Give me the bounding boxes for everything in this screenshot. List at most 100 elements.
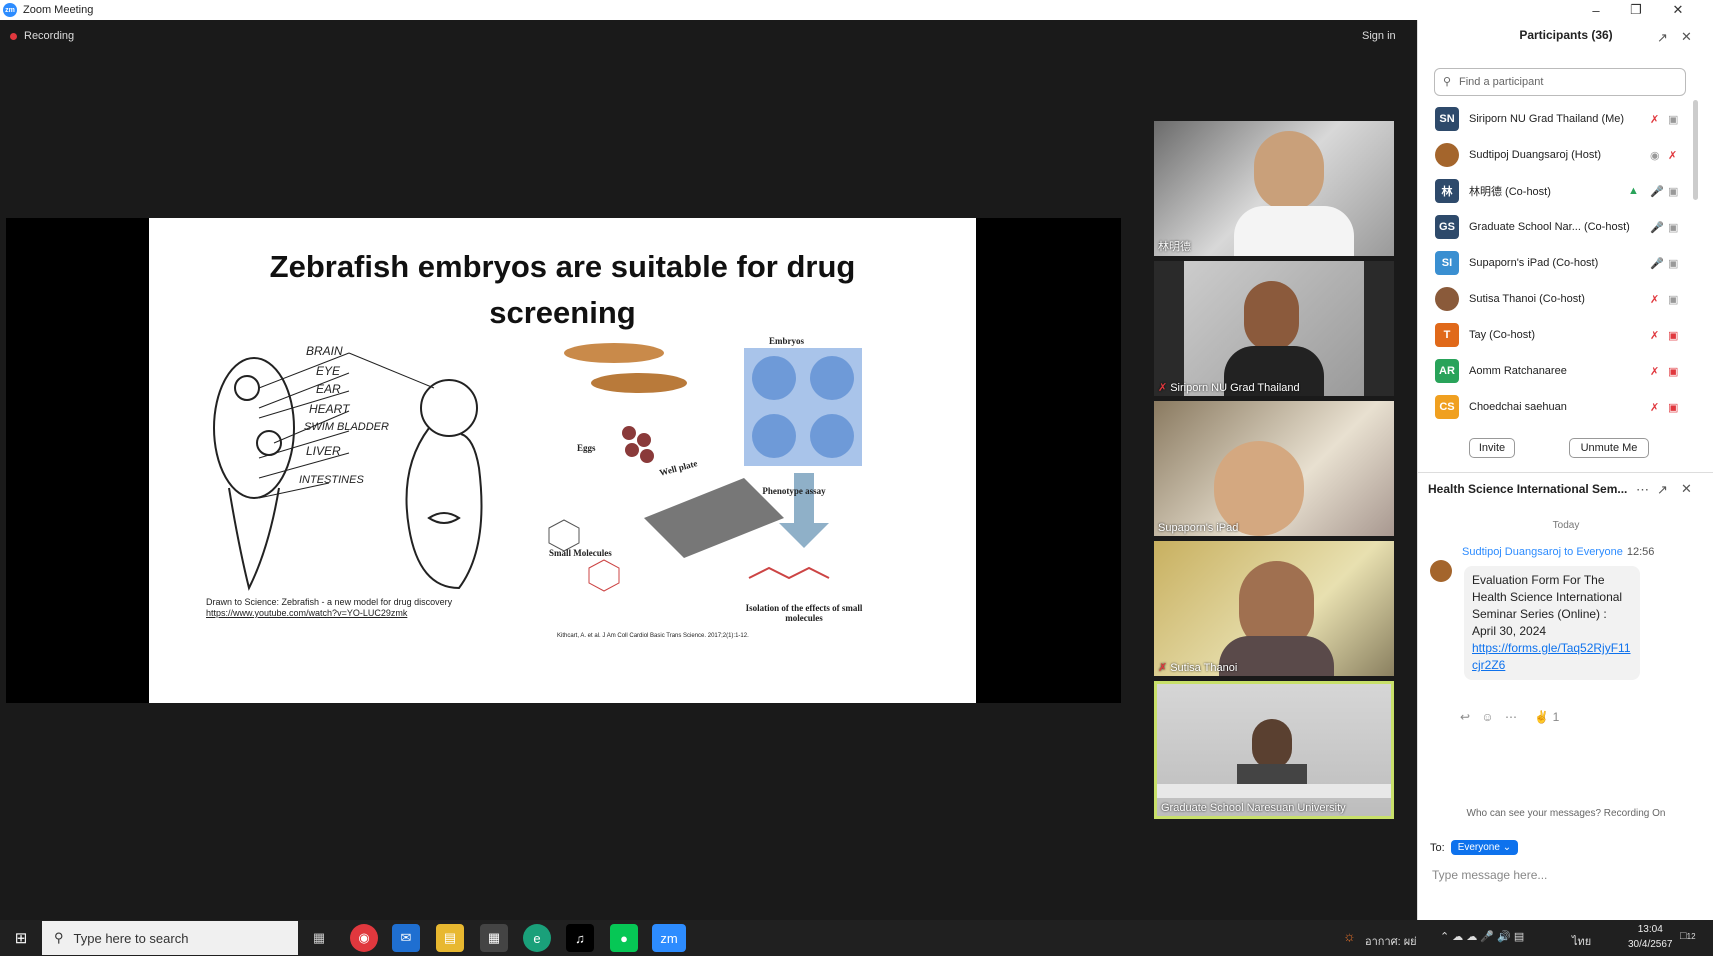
recipient-dropdown[interactable]: Everyone ⌄ bbox=[1450, 840, 1519, 855]
line-icon[interactable]: ● bbox=[610, 924, 638, 952]
mic-muted-icon[interactable]: ✗ bbox=[1650, 293, 1659, 306]
video-icon[interactable]: ▣ bbox=[1668, 293, 1678, 306]
label-phenotype-assay: Phenotype assay bbox=[762, 486, 826, 496]
recording-indicator[interactable]: Recording bbox=[10, 30, 74, 42]
label-ear: EAR bbox=[316, 382, 341, 396]
citation: Kithcart, A. et al. J Am Coll Cardiol Ba… bbox=[557, 633, 749, 639]
video-icon[interactable]: ▣ bbox=[1668, 221, 1678, 234]
task-view-icon[interactable]: ▦ bbox=[305, 924, 333, 952]
mic-icon[interactable]: 🎤 bbox=[1650, 185, 1664, 198]
participant-row[interactable]: AR Aomm Ratchanaree ✗ ▣ bbox=[1418, 353, 1698, 389]
video-tile-active-speaker[interactable]: Graduate School Naresuan University bbox=[1154, 681, 1394, 819]
divider bbox=[1418, 472, 1713, 473]
popout-chat-icon[interactable]: ↗ bbox=[1657, 482, 1668, 498]
invite-button[interactable]: Invite bbox=[1469, 438, 1515, 458]
participant-name: Supaporn's iPad (Co-host) bbox=[1469, 257, 1599, 269]
participant-name: Sudtipoj Duangsaroj (Host) bbox=[1469, 149, 1602, 161]
minimize-button[interactable]: – bbox=[1578, 0, 1614, 20]
video-name: 林明德 bbox=[1158, 241, 1191, 253]
title-bar: zm Zoom Meeting – ❐ ✕ bbox=[0, 0, 1713, 20]
video-icon[interactable]: ▣ bbox=[1668, 113, 1678, 126]
video-icon[interactable]: ▣ bbox=[1668, 257, 1678, 270]
mic-muted-icon[interactable]: ✗ bbox=[1650, 113, 1659, 126]
participant-row[interactable]: CS Choedchai saehuan ✗ ▣ bbox=[1418, 389, 1698, 425]
participant-face bbox=[1252, 719, 1292, 769]
who-can-see-link[interactable]: Who can see your messages? Recording On bbox=[1418, 808, 1713, 819]
language-indicator[interactable]: ไทย bbox=[1572, 932, 1591, 950]
video-tile[interactable]: ✗ Sutisa Thanoi bbox=[1154, 541, 1394, 676]
mic-muted-icon: ✗ bbox=[1158, 382, 1168, 394]
mic-muted-icon: ✗ bbox=[1158, 662, 1168, 674]
windows-start-icon[interactable]: ⊞ bbox=[0, 920, 42, 956]
file-explorer-icon[interactable]: ▤ bbox=[436, 924, 464, 952]
participant-face bbox=[1244, 281, 1299, 351]
participant-row[interactable]: 林 林明德 (Co-host) ▲ 🎤 ▣ bbox=[1418, 173, 1698, 209]
participant-row[interactable]: T Tay (Co-host) ✗ ▣ bbox=[1418, 317, 1698, 353]
side-panel: Participants (36) ↗ ✕ ⚲ Find a participa… bbox=[1417, 20, 1713, 932]
chrome-icon[interactable]: ◉ bbox=[350, 924, 378, 952]
unmute-me-button[interactable]: Unmute Me bbox=[1569, 438, 1649, 458]
video-name: ✗ Sutisa Thanoi bbox=[1158, 661, 1238, 675]
participant-name: Graduate School Nar... (Co-host) bbox=[1469, 221, 1630, 233]
mic-muted-icon[interactable]: ✗ bbox=[1650, 401, 1659, 414]
system-tray-icons[interactable]: ⌃ ☁ ☁ 🎤 🔊 ▤ bbox=[1440, 930, 1524, 943]
system-clock[interactable]: 13:04 30/4/2567 bbox=[1628, 922, 1673, 952]
emoji-icon[interactable]: ☺ bbox=[1481, 710, 1493, 724]
participant-row[interactable]: SI Supaporn's iPad (Co-host) 🎤 ▣ bbox=[1418, 245, 1698, 281]
close-panel-icon[interactable]: ✕ bbox=[1681, 29, 1692, 45]
more-icon[interactable]: ⋯ bbox=[1505, 710, 1517, 724]
video-icon[interactable]: ▣ bbox=[1668, 185, 1678, 198]
participant-name: Aomm Ratchanaree bbox=[1469, 365, 1567, 377]
message-link[interactable]: https://forms.gle/Taq52RjyF11cjr2Z6 bbox=[1472, 640, 1632, 674]
label-swim-bladder: SWIM BLADDER bbox=[304, 421, 389, 433]
video-off-icon[interactable]: ▣ bbox=[1668, 401, 1678, 414]
chat-input[interactable]: Type message here... bbox=[1432, 868, 1547, 882]
avatar: AR bbox=[1435, 359, 1459, 383]
drug-screening-diagram bbox=[548, 343, 862, 592]
chat-date-divider: Today bbox=[1552, 520, 1580, 531]
video-tile[interactable]: ✗ Siriporn NU Grad Thailand bbox=[1154, 261, 1394, 396]
zoom-taskbar-icon[interactable]: zm bbox=[652, 924, 686, 952]
close-chat-icon[interactable]: ✕ bbox=[1681, 481, 1692, 497]
recording-label: Recording bbox=[24, 30, 75, 42]
reaction-badge[interactable]: ✌ 1 bbox=[1534, 710, 1559, 724]
close-button[interactable]: ✕ bbox=[1660, 0, 1696, 20]
recording-icon: ◉ bbox=[1650, 149, 1660, 162]
search-icon: ⚲ bbox=[54, 930, 64, 945]
mail-icon[interactable]: ✉ bbox=[392, 924, 420, 952]
participant-row[interactable]: Sutisa Thanoi (Co-host) ✗ ▣ bbox=[1418, 281, 1698, 317]
label-eye: EYE bbox=[316, 364, 341, 378]
window-title: Zoom Meeting bbox=[23, 4, 94, 16]
participant-row[interactable]: SN Siriporn NU Grad Thailand (Me) ✗ ▣ bbox=[1418, 101, 1698, 137]
message-sender: Sudtipoj Duangsaroj to Everyone 12:56 bbox=[1462, 546, 1655, 558]
desk bbox=[1157, 784, 1391, 798]
participant-search-input[interactable]: ⚲ Find a participant bbox=[1434, 68, 1686, 96]
video-off-icon[interactable]: ▣ bbox=[1668, 365, 1678, 378]
restore-button[interactable]: ❐ bbox=[1618, 0, 1654, 20]
mic-muted-icon[interactable]: ✗ bbox=[1650, 365, 1659, 378]
more-icon[interactable]: ⋯ bbox=[1636, 482, 1649, 498]
edge-icon[interactable]: e bbox=[523, 924, 551, 952]
screen-share-icon: ▲ bbox=[1628, 185, 1639, 197]
participant-row[interactable]: Sudtipoj Duangsaroj (Host) ◉ ✗ bbox=[1418, 137, 1698, 173]
video-name: Graduate School Naresuan University bbox=[1161, 802, 1346, 814]
mic-muted-icon[interactable]: ✗ bbox=[1650, 329, 1659, 342]
mic-icon[interactable]: 🎤 bbox=[1650, 221, 1664, 234]
mic-muted-icon[interactable]: ✗ bbox=[1668, 149, 1677, 162]
video-tile[interactable]: 林明德 bbox=[1154, 121, 1394, 256]
video-tile[interactable]: Supaporn's iPad bbox=[1154, 401, 1394, 536]
video-off-icon[interactable]: ▣ bbox=[1668, 329, 1678, 342]
participant-row[interactable]: GS Graduate School Nar... (Co-host) 🎤 ▣ bbox=[1418, 209, 1698, 245]
mic-icon[interactable]: 🎤 bbox=[1650, 257, 1664, 270]
notification-icon[interactable]: □12 bbox=[1680, 930, 1696, 942]
reply-icon[interactable]: ↩ bbox=[1460, 710, 1470, 724]
store-icon[interactable]: ▦ bbox=[480, 924, 508, 952]
zoom-logo-icon: zm bbox=[3, 3, 17, 17]
avatar bbox=[1435, 143, 1459, 167]
taskbar-search-input[interactable]: ⚲ Type here to search bbox=[42, 921, 298, 955]
participants-scrollbar[interactable] bbox=[1693, 100, 1698, 200]
weather-text[interactable]: อากาศ: ผย่ bbox=[1365, 932, 1417, 950]
tiktok-icon[interactable]: ♫ bbox=[566, 924, 594, 952]
popout-icon[interactable]: ↗ bbox=[1657, 30, 1668, 46]
sign-in-link[interactable]: Sign in bbox=[1362, 30, 1396, 42]
